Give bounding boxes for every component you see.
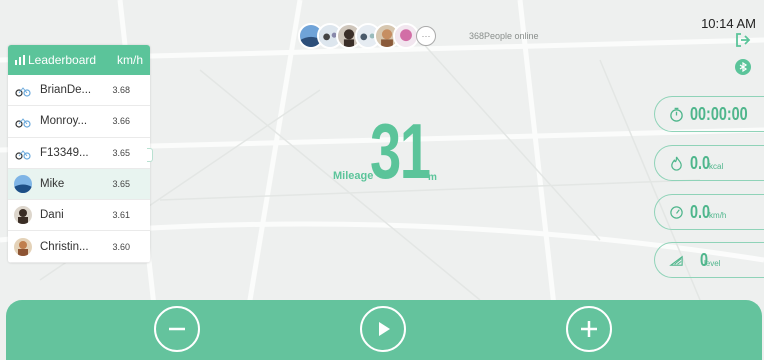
calories-unit: kcal [709, 161, 724, 171]
level-stat: 0 level [654, 242, 764, 278]
speed-value: 0.0 [690, 201, 711, 222]
decrease-button[interactable] [154, 306, 200, 352]
leaderboard-name: BrianDe... [40, 84, 92, 97]
leaderboard-speed: 3.65 [112, 179, 130, 190]
person-avatar-icon [14, 237, 32, 256]
leaderboard-collapse-handle[interactable] [147, 148, 153, 162]
bike-avatar-icon [14, 81, 32, 100]
leaderboard-row[interactable]: BrianDe... 3.68 [8, 75, 150, 107]
flame-icon [671, 156, 682, 171]
play-icon [379, 322, 390, 336]
calories-value: 0.0 [690, 152, 711, 173]
leaderboard-speed: 3.68 [112, 85, 130, 96]
incline-icon [669, 255, 683, 266]
bike-avatar-icon [14, 112, 32, 131]
clock: 10:14 AM [701, 16, 756, 31]
bike-avatar-icon [14, 143, 32, 162]
leaderboard-row[interactable]: Christin... 3.60 [8, 231, 150, 263]
leaderboard-speed: 3.61 [112, 210, 130, 221]
mileage-unit: m [428, 172, 437, 183]
bluetooth-icon[interactable] [735, 59, 751, 75]
more-avatars-icon[interactable]: ··· [416, 26, 436, 46]
level-value: 0 [700, 249, 709, 270]
online-avatars[interactable]: ··· [298, 22, 436, 50]
leaderboard-title: Leaderboard [28, 53, 97, 67]
bar-chart-icon [15, 55, 25, 65]
leaderboard-panel: Leaderboard km/h BrianDe... 3.68 Monroy.… [8, 45, 150, 263]
leaderboard-name: Christin... [40, 240, 89, 253]
elapsed-time-stat: 00:00:00 [654, 96, 764, 132]
mileage-label: Mileage [333, 170, 374, 182]
leaderboard-speed: 3.66 [112, 116, 130, 127]
online-count: 368People online [469, 31, 539, 41]
leaderboard-unit: km/h [116, 53, 143, 67]
leaderboard-header: Leaderboard km/h [8, 45, 150, 75]
landscape-avatar-icon [14, 175, 32, 194]
leaderboard-row[interactable]: F13349... 3.65 [8, 138, 150, 169]
minus-icon [169, 327, 185, 331]
speed-stat: 0.0 km/h [654, 194, 764, 230]
leaderboard-row[interactable]: Monroy... 3.66 [8, 106, 150, 138]
mileage-value: 31 [370, 107, 431, 195]
leaderboard-name: Dani [40, 209, 64, 222]
play-button[interactable] [360, 306, 406, 352]
person-avatar-icon [14, 206, 32, 225]
leaderboard-row-current-user[interactable]: Mike 3.65 [8, 168, 150, 201]
leaderboard-speed: 3.60 [112, 241, 130, 252]
leaderboard-name: Monroy... [40, 115, 88, 128]
calories-stat: 0.0 kcal [654, 145, 764, 181]
increase-button[interactable] [566, 306, 612, 352]
leaderboard-speed: 3.65 [112, 147, 130, 158]
elapsed-time-value: 00:00:00 [690, 103, 748, 124]
exit-icon[interactable] [735, 32, 751, 48]
leaderboard-name: Mike [40, 178, 65, 191]
leaderboard-name: F13349... [40, 146, 89, 159]
speed-unit: km/h [709, 210, 727, 220]
leaderboard-row[interactable]: Dani 3.61 [8, 200, 150, 232]
stopwatch-icon [670, 107, 683, 122]
speedometer-icon [670, 205, 683, 219]
plus-icon [581, 321, 597, 337]
